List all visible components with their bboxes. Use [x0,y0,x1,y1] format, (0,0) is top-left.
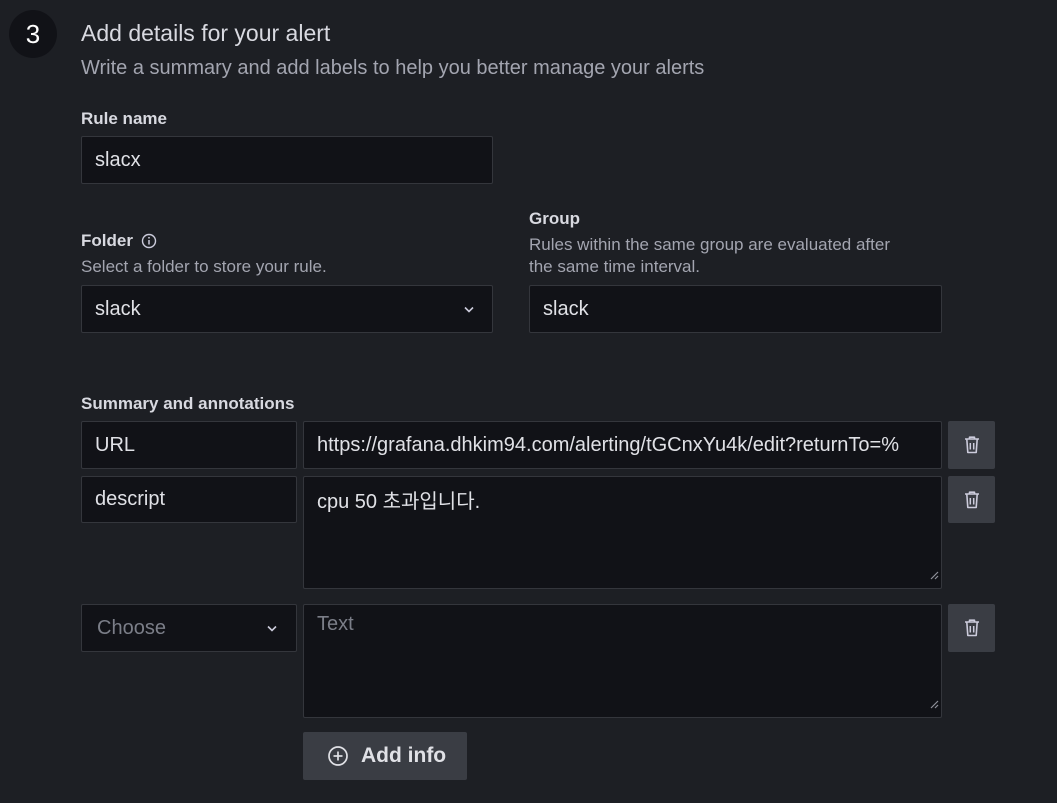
annotation-value-input[interactable]: https://grafana.dhkim94.com/alerting/tGC… [303,421,942,469]
rule-name-label: Rule name [81,109,167,128]
group-label: Group [529,209,580,228]
annotation-value-textarea[interactable]: cpu 50 초과입니다. [303,476,942,589]
add-info-button[interactable]: Add info [303,732,467,780]
folder-label: Folder [81,231,133,250]
step-number-badge: 3 [9,10,57,58]
folder-description: Select a folder to store your rule. [81,257,327,276]
resize-handle-icon[interactable] [929,563,939,586]
annotation-key-input[interactable]: descript [81,476,297,523]
trash-icon [963,618,981,638]
trash-icon [963,435,981,455]
annotation-value-text: cpu 50 초과입니다. [317,491,481,513]
annotation-value-textarea[interactable]: Text [303,604,942,718]
delete-annotation-button[interactable] [948,476,995,523]
resize-handle-icon[interactable] [929,692,939,715]
annotation-key-input[interactable]: URL [81,421,297,469]
group-description-line1: Rules within the same group are evaluate… [529,235,890,254]
delete-annotation-button[interactable] [948,421,995,469]
add-info-label: Add info [361,744,447,767]
folder-label-row: Folder [81,231,157,251]
plus-circle-icon [327,745,349,767]
chevron-down-icon [462,298,476,321]
delete-annotation-button[interactable] [948,604,995,652]
annotation-key-placeholder: Choose [97,616,166,639]
section-title: Add details for your alert [81,20,331,46]
rule-name-input[interactable]: slacx [81,136,493,184]
info-icon[interactable] [141,233,157,249]
group-input[interactable]: slack [529,285,942,333]
annotation-value-placeholder: Text [317,613,354,635]
chevron-down-icon [265,617,279,640]
folder-select-value: slack [95,297,141,320]
section-subtitle: Write a summary and add labels to help y… [81,57,705,79]
trash-icon [963,490,981,510]
annotations-label: Summary and annotations [81,394,295,413]
annotation-key-select[interactable]: Choose [81,604,297,652]
folder-select[interactable]: slack [81,285,493,333]
group-description-line2: the same time interval. [529,257,701,276]
